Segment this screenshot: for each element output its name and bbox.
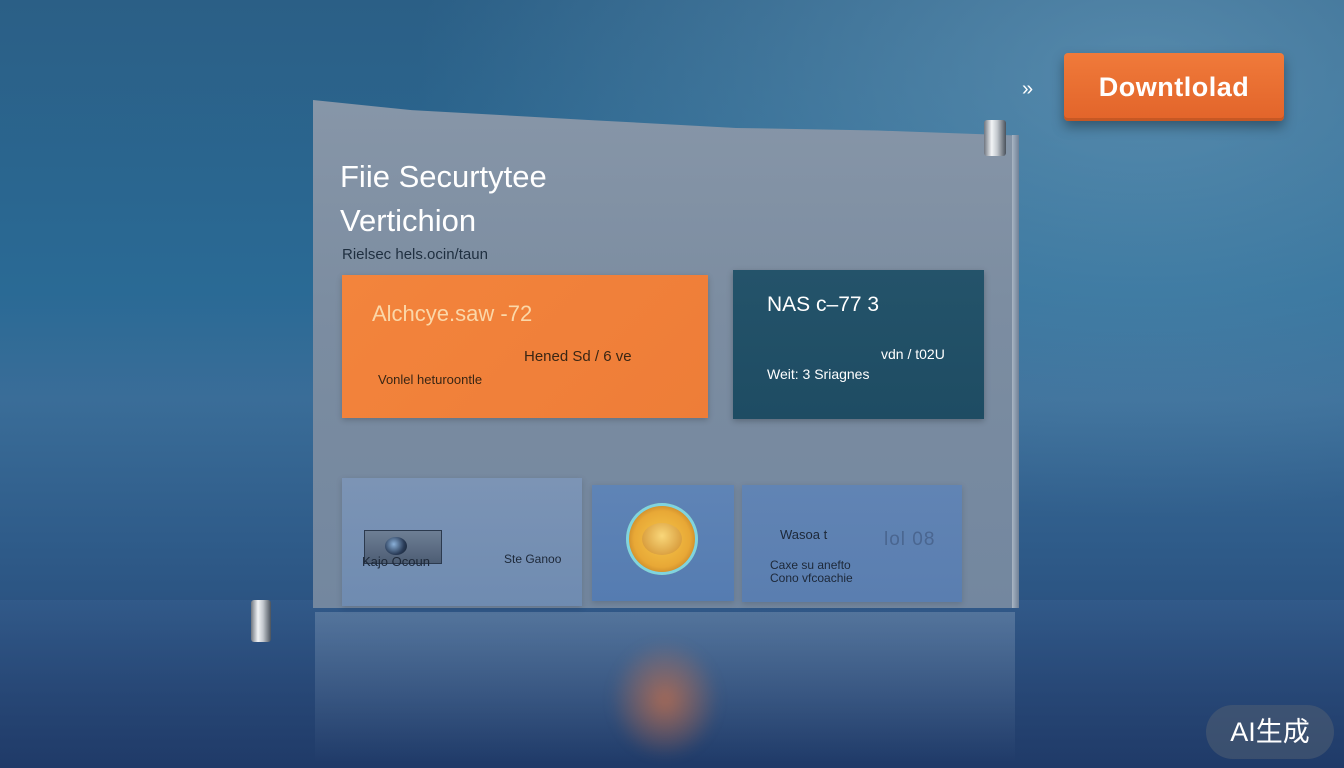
camera-lens	[385, 537, 407, 555]
nas-card-caption: Weit: 3 Sriagnes	[767, 366, 870, 382]
tile-info-value: lol 08	[884, 529, 936, 550]
tile-seal[interactable]	[592, 485, 734, 601]
scene: Fiie Securtytee Vertichion Rielsec hels.…	[0, 0, 1344, 768]
nas-info-card[interactable]: NAS c–77 3 vdn / t02U Weit: 3 Sriagnes	[733, 270, 984, 419]
card-orange-heading: Alchcye.saw -72	[372, 301, 533, 326]
nas-card-version: vdn / t02U	[881, 346, 945, 362]
card-orange-caption: Vonlel heturoontle	[378, 372, 483, 387]
panel-edge	[1012, 135, 1019, 608]
tile-info[interactable]: Wasoa t lol 08 Caxe su anefto Cono vfcoa…	[742, 485, 962, 602]
card-orange-value: Hened Sd / 6 ve	[524, 348, 632, 365]
tile-info-label: Wasoa t	[780, 527, 828, 542]
download-button[interactable]: Downtlolad	[1064, 53, 1284, 121]
tile-info-caption: Caxe su anefto Cono vfcoachie	[770, 558, 853, 585]
nas-card-heading: NAS c–77 3	[767, 293, 880, 316]
metal-post	[251, 600, 271, 642]
metal-post	[984, 120, 1006, 156]
seal-badge-icon	[626, 503, 698, 575]
page-title: Fiie Securtytee Vertichion	[340, 159, 547, 238]
double-chevron-right-icon: »	[1022, 78, 1034, 100]
floor-glow	[610, 640, 720, 760]
tile-camera-label: Kajo Ocoun	[362, 554, 430, 569]
status-card-orange[interactable]: Alchcye.saw -72 Hened Sd / 6 ve Vonlel h…	[342, 275, 708, 418]
tile-camera[interactable]: Kajo Ocoun Ste Ganoo	[342, 478, 582, 606]
tile-camera-sublabel: Ste Ganoo	[504, 552, 562, 566]
page-subtitle: Rielsec hels.ocin/taun	[342, 246, 488, 263]
ai-generated-watermark: AI生成	[1206, 705, 1334, 759]
